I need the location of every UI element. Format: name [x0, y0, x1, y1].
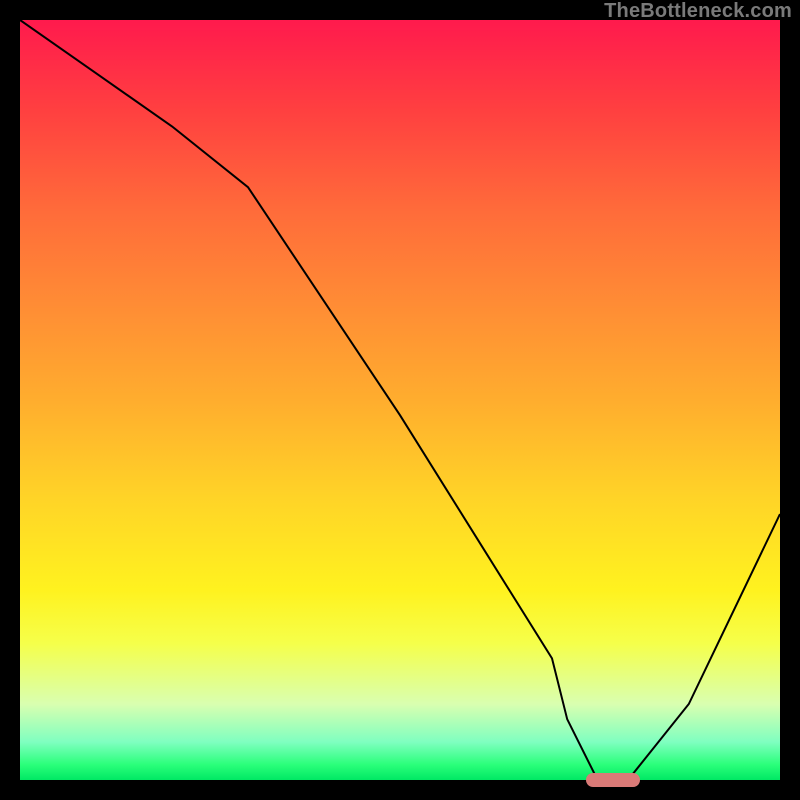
- plot-area: [20, 20, 780, 780]
- bottleneck-curve: [20, 20, 780, 780]
- watermark-text: TheBottleneck.com: [604, 0, 792, 23]
- chart-frame: TheBottleneck.com: [0, 0, 800, 800]
- minimum-marker: [586, 773, 640, 787]
